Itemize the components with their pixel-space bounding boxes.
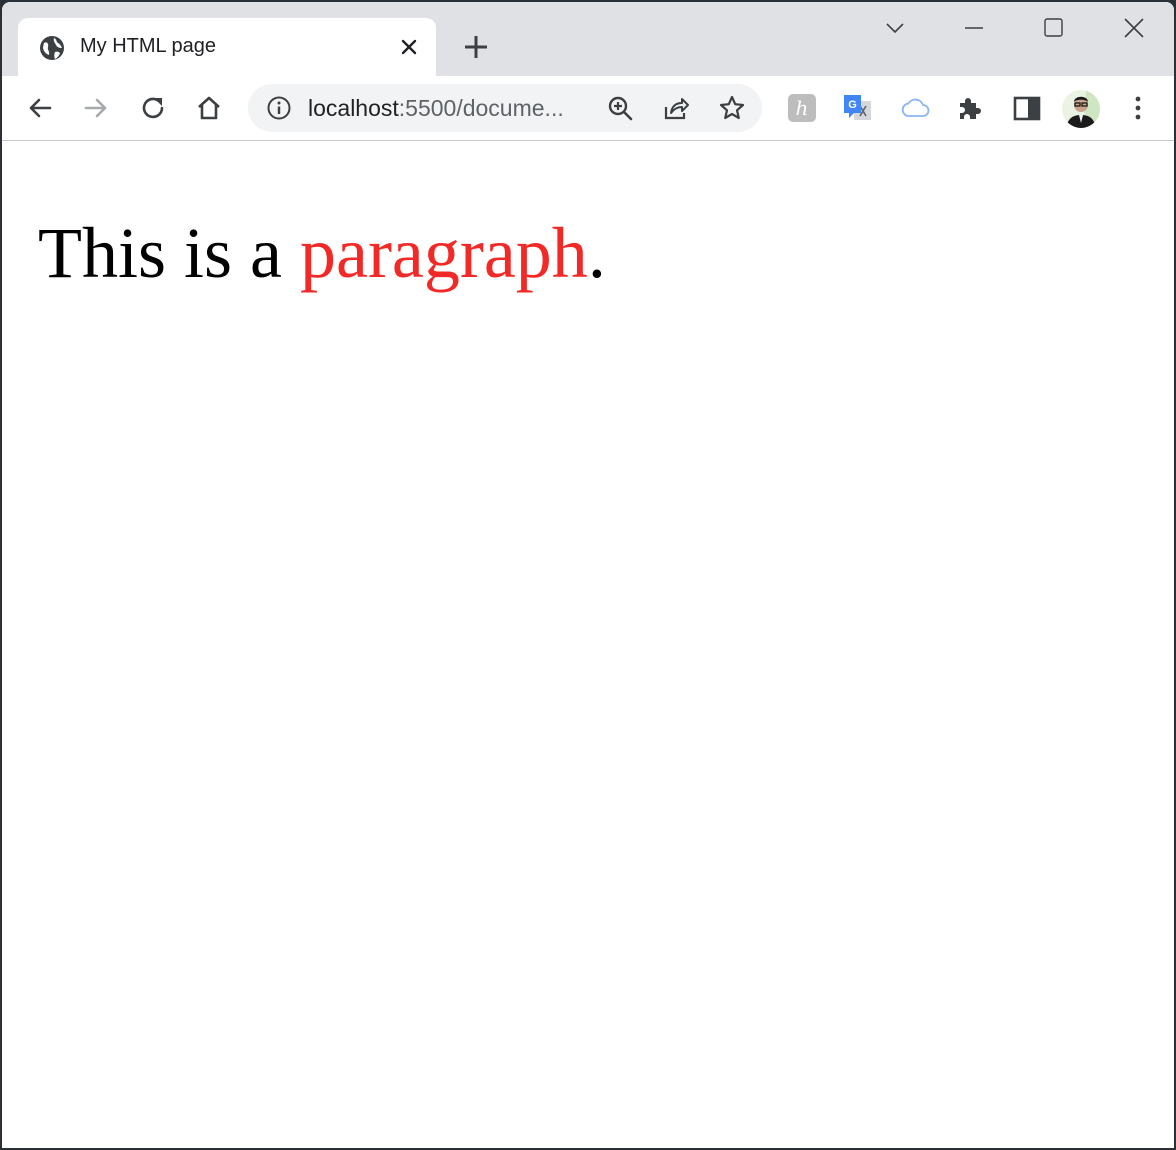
paragraph: This is a paragraph. [38,213,606,293]
zoom-icon[interactable] [606,94,634,122]
menu-icon[interactable] [1122,92,1154,124]
extensions-icon[interactable] [955,92,987,124]
bookmark-star-icon[interactable] [718,94,746,122]
paragraph-text-before: This is a [38,213,300,293]
site-info-icon[interactable] [266,95,292,121]
tab-search-icon[interactable] [878,14,912,44]
reload-icon[interactable] [137,92,169,124]
paragraph-text-after: . [587,213,606,293]
globe-icon [40,36,64,60]
tab-close-icon[interactable] [399,37,419,57]
share-icon[interactable] [662,94,690,122]
toolbar: localhost:5500/docume... h G [2,76,1174,141]
cloud-icon[interactable] [899,92,931,124]
translate-icon[interactable]: G [842,92,874,124]
back-icon[interactable] [24,92,56,124]
url-path: :5500/docume... [398,95,564,121]
browser-window: My HTML page localhost:5500/docume... h … [2,2,1174,1148]
omnibox[interactable]: localhost:5500/docume... [248,84,762,132]
home-icon[interactable] [193,92,225,124]
ext-h-icon[interactable]: h [788,94,816,122]
avatar[interactable] [1062,90,1100,128]
url-host: localhost [308,95,399,121]
maximize-icon[interactable] [1037,14,1071,44]
tab-active[interactable]: My HTML page [18,18,436,76]
minimize-icon[interactable] [957,14,991,44]
tab-strip: My HTML page [2,2,1174,76]
url-text[interactable]: localhost:5500/docume... [308,95,564,122]
paragraph-highlight: paragraph [299,213,588,293]
svg-text:G: G [848,99,857,111]
page-content: This is a paragraph. [2,141,1174,1148]
close-icon[interactable] [1117,14,1151,44]
tab-title: My HTML page [80,35,216,57]
new-tab-icon[interactable] [461,32,491,62]
forward-icon[interactable] [80,92,112,124]
side-panel-icon[interactable] [1011,92,1043,124]
